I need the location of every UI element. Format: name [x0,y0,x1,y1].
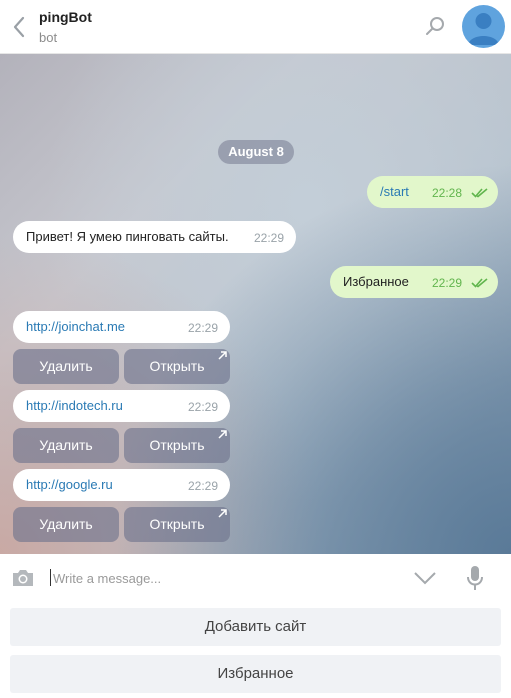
chat-header: pingBot bot [0,0,511,54]
open-link-arrow-icon [218,509,227,518]
message-text: Избранное [343,274,409,289]
delete-button[interactable]: Удалить [13,428,119,463]
delete-button-label: Удалить [39,516,93,532]
chat-subtitle: bot [39,30,58,45]
message-time: 22:29 [188,321,219,335]
open-button[interactable]: Открыть [124,349,230,384]
message-composer [0,554,511,602]
avatar-user-icon [468,13,499,45]
add-site-button[interactable]: Добавить сайт [10,608,501,646]
delete-button[interactable]: Удалить [13,349,119,384]
delete-button-label: Удалить [39,358,93,374]
delete-button[interactable]: Удалить [13,507,119,542]
message-time: 22:28 [432,186,463,200]
camera-icon[interactable] [11,568,35,588]
open-link-arrow-icon [218,351,227,360]
incoming-message[interactable]: http://joinchat.me 22:29 [13,311,230,343]
microphone-icon[interactable] [466,565,484,592]
url-link[interactable]: http://google.ru [26,477,113,492]
favorites-button-label: Избранное [217,665,294,682]
open-button[interactable]: Открыть [124,428,230,463]
outgoing-message[interactable]: Избранное 22:29 [330,266,498,298]
incoming-message[interactable]: http://indotech.ru 22:29 [13,390,230,422]
incoming-message[interactable]: Привет! Я умею пинговать сайты. 22:29 [13,221,296,253]
avatar[interactable] [462,5,505,48]
chat-title[interactable]: pingBot [39,9,92,25]
incoming-message[interactable]: http://google.ru 22:29 [13,469,230,501]
message-time: 22:29 [188,400,219,414]
message-text: Привет! Я умею пинговать сайты. [26,229,229,244]
chevron-down-icon[interactable] [413,571,437,585]
message-text: /start [380,184,409,199]
double-check-icon [471,278,488,288]
open-button-label: Открыть [149,358,205,374]
date-separator: August 8 [218,140,294,164]
open-link-arrow-icon [218,430,227,439]
url-link[interactable]: http://indotech.ru [26,398,123,413]
search-icon[interactable] [424,15,446,37]
delete-button-label: Удалить [39,437,93,453]
open-button[interactable]: Открыть [124,507,230,542]
favorites-button[interactable]: Избранное [10,655,501,693]
open-button-label: Открыть [149,516,205,532]
open-button-label: Открыть [149,437,205,453]
message-time: 22:29 [254,231,285,245]
chat-area[interactable]: August 8 /start 22:28 Привет! Я умею пин… [0,54,511,554]
url-link[interactable]: http://joinchat.me [26,319,125,334]
message-time: 22:29 [188,479,219,493]
text-caret [50,569,51,586]
double-check-icon [471,188,488,198]
message-time: 22:29 [432,276,463,290]
add-site-button-label: Добавить сайт [204,618,307,635]
outgoing-message[interactable]: /start 22:28 [367,176,498,208]
back-arrow-icon[interactable] [10,14,28,40]
message-input[interactable] [53,566,383,590]
